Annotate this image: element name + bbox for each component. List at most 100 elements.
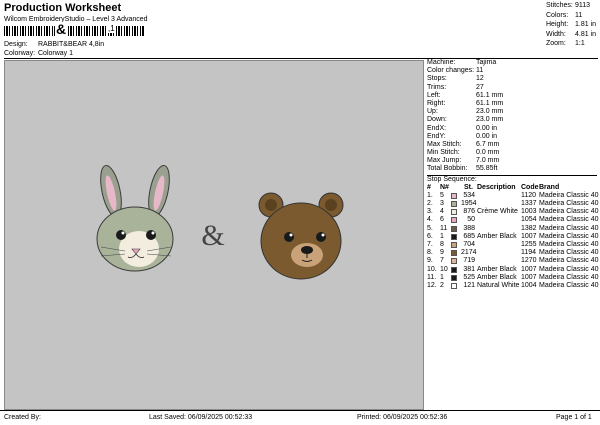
cell-nn: 1 — [440, 232, 444, 240]
cell-desc: Amber Black — [477, 265, 517, 273]
stop-sequence-title: Stop Sequence: — [427, 175, 477, 183]
cell-nn: 4 — [440, 208, 444, 216]
stop-sequence-row: 11. 1 525 Amber Black 1007 Madeira Classic 40 — [427, 273, 599, 282]
stop-sequence-header: # N# St. Description Code Brand — [427, 183, 560, 191]
stat-row: Right: 61.1 mm — [427, 99, 504, 107]
stop-sequence-row: 3. 4 876 Crème White 1003 Madeira Classic 40 — [427, 208, 599, 216]
cell-st: 685 — [463, 232, 475, 240]
cell-st: 121 — [463, 281, 475, 289]
page-title: Production Worksheet — [4, 2, 122, 14]
color-swatch — [451, 217, 457, 224]
stop-sequence-row: 6. 1 685 Amber Black 1007 Madeira Classic 40 — [427, 232, 599, 241]
cell-st: 534 — [463, 191, 475, 199]
summary-row: Zoom: 1:1 — [546, 40, 585, 47]
color-swatch — [451, 282, 457, 289]
stop-sequence-row: 5. 11 388 1382 Madeira Classic 40 — [427, 224, 599, 233]
stop-sequence-row: 7. 8 704 1255 Madeira Classic 40 — [427, 240, 599, 249]
cell-nn: 11 — [440, 224, 448, 232]
stat-row: Trims: 27 — [427, 83, 484, 91]
stat-row: Machine: Tajima — [427, 59, 497, 66]
barcode-char: & — [55, 21, 68, 37]
design-label: Design: — [4, 41, 28, 48]
stat-row: Max Jump: 7.0 mm — [427, 157, 500, 165]
cell-n: 9. — [427, 257, 433, 265]
cell-code: 1004 — [521, 281, 537, 289]
cell-code: 1120 — [521, 191, 537, 199]
design-value: RABBIT&BEAR 4,8in — [38, 41, 105, 48]
cell-brand: Madeira Classic 40 — [539, 240, 599, 248]
barcode — [4, 26, 144, 36]
color-swatch — [451, 233, 457, 240]
cell-nn: 10 — [440, 265, 448, 273]
cell-st: 704 — [463, 240, 475, 248]
cell-code: 1270 — [521, 257, 537, 265]
cell-n: 5. — [427, 224, 433, 232]
stats-panel: Machine: Tajima Color changes: 11 Stops: 12… — [427, 59, 599, 290]
color-swatch — [451, 266, 457, 273]
cell-st: 388 — [463, 224, 475, 232]
color-swatch — [451, 192, 457, 199]
stat-row: Down: 23.0 mm — [427, 116, 504, 124]
colorway-label: Colorway: — [4, 50, 36, 57]
cell-n: 3. — [427, 208, 433, 216]
cell-brand: Madeira Classic 40 — [539, 273, 599, 281]
stat-row: Min Stitch: 0.0 mm — [427, 149, 500, 157]
cell-desc: Amber Black — [477, 273, 517, 281]
design-preview: & — [4, 60, 424, 410]
cell-nn: 5 — [440, 191, 444, 199]
stat-row: Max Stitch: 6.7 mm — [427, 140, 500, 148]
cell-code: 1054 — [521, 216, 537, 224]
stat-row: Up: 23.0 mm — [427, 108, 504, 116]
cell-n: 4. — [427, 216, 433, 224]
cell-n: 7. — [427, 240, 433, 248]
cell-n: 1. — [427, 191, 433, 199]
created-by: Created By: — [4, 414, 41, 421]
cell-brand: Madeira Classic 40 — [539, 257, 599, 265]
ampersand-motif: & — [201, 219, 224, 252]
cell-brand: Madeira Classic 40 — [539, 200, 599, 207]
cell-desc: Natural White — [477, 281, 520, 289]
cell-code: 1007 — [521, 265, 537, 273]
cell-nn: 8 — [440, 240, 444, 248]
colorway-value: Colorway 1 — [38, 50, 74, 57]
cell-n: 8. — [427, 249, 433, 257]
cell-nn: 2 — [440, 281, 444, 289]
cell-st: 50 — [467, 216, 475, 224]
rabbit-face — [96, 164, 174, 272]
summary-row: Height: 1.81 in — [546, 21, 597, 28]
stop-sequence-row: 9. 7 719 1270 Madeira Classic 40 — [427, 257, 599, 265]
color-swatch — [451, 241, 457, 248]
stat-row: Color changes: 11 — [427, 67, 484, 75]
stop-sequence-row: 12. 2 121 Natural White 1004 Madeira Classic … — [427, 281, 599, 290]
cell-n: 6. — [427, 232, 433, 240]
cell-st: 876 — [463, 208, 475, 216]
cell-brand: Madeira Classic 40 — [539, 208, 599, 216]
color-swatch — [451, 209, 457, 216]
cell-brand: Madeira Classic 40 — [539, 216, 599, 224]
color-swatch — [451, 274, 457, 281]
cell-st: 381 — [463, 265, 475, 273]
stat-row: EndX: 0.00 in — [427, 124, 498, 132]
design-artwork: & — [96, 164, 344, 280]
stop-sequence-row: 1. 5 534 1120 Madeira Classic 40 — [427, 191, 599, 200]
cell-code: 1007 — [521, 273, 537, 281]
stat-row: Total Bobbin: 55.85ft — [427, 165, 498, 173]
page-number: Page 1 of 1 — [556, 414, 592, 421]
cell-code: 1194 — [521, 249, 537, 257]
summary-row: Width: 4.81 in — [546, 30, 597, 38]
cell-brand: Madeira Classic 40 — [539, 224, 599, 232]
cell-brand: Madeira Classic 40 — [539, 232, 599, 240]
cell-nn: 3 — [440, 200, 444, 207]
printed-date: Printed: 06/09/2025 00:52:36 — [357, 414, 448, 421]
cell-n: 2. — [427, 200, 433, 207]
cell-st: 719 — [463, 257, 475, 265]
color-swatch — [451, 258, 457, 265]
software-name: Wilcom EmbroideryStudio – Level 3 Advanc… — [4, 16, 148, 23]
bear-face — [258, 192, 344, 280]
stop-sequence-row: 4. 6 50 1054 Madeira Classic 40 — [427, 216, 599, 224]
cell-nn: 1 — [440, 273, 444, 281]
cell-nn: 9 — [440, 249, 444, 257]
cell-nn: 6 — [440, 216, 444, 224]
cell-code: 1255 — [521, 240, 537, 248]
barcode-tail: ,1 — [108, 24, 115, 33]
